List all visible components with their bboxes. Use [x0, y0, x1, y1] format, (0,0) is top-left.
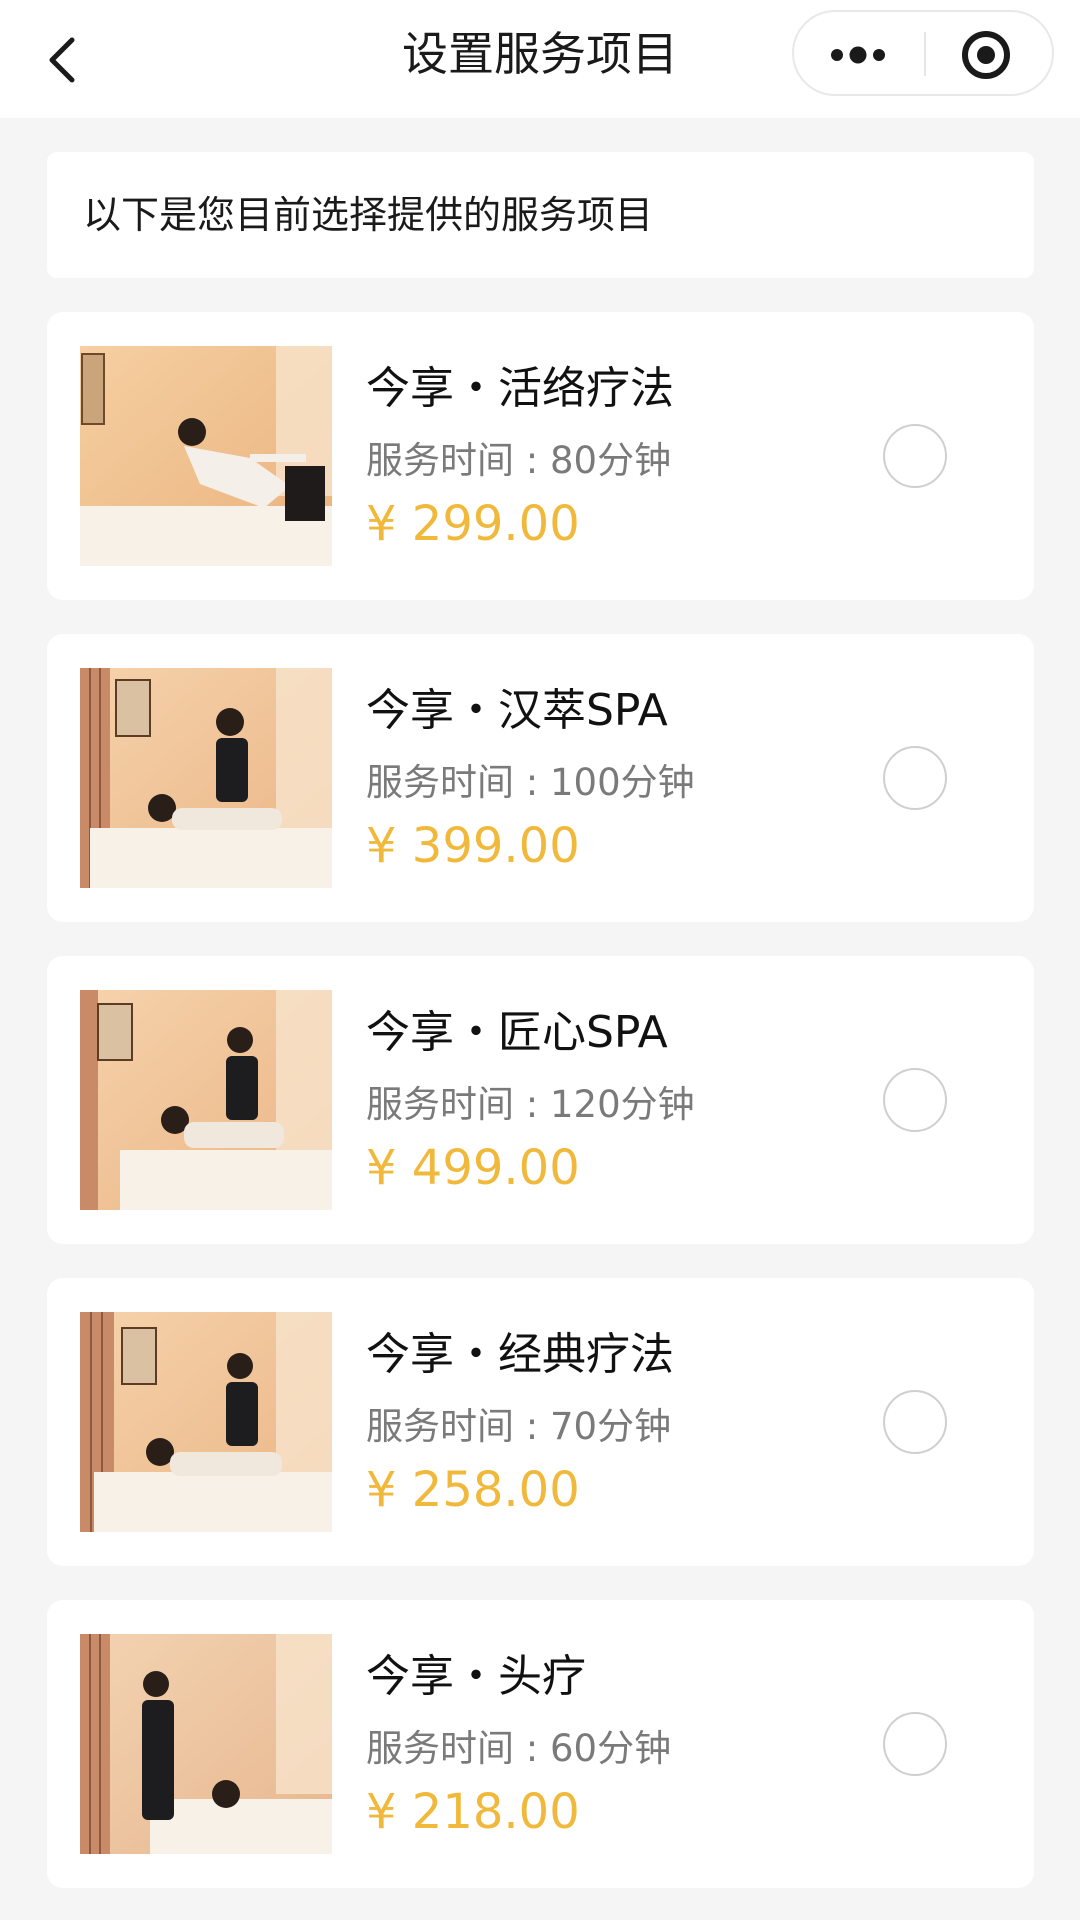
service-price: ¥ 499.00 — [366, 1140, 580, 1196]
more-dots-icon — [831, 46, 885, 64]
service-price: ¥ 258.00 — [366, 1462, 580, 1518]
chevron-left-icon — [49, 37, 75, 83]
more-button[interactable] — [794, 12, 924, 94]
nav-bar: 设置服务项目 — [0, 0, 1080, 118]
service-photo — [80, 1634, 332, 1854]
service-card[interactable]: 今享・头疗 服务时间 : 60分钟 ¥ 218.00 — [47, 1600, 1034, 1888]
service-name: 今享・经典疗法 — [366, 1329, 674, 1380]
service-name: 今享・汉萃SPA — [366, 685, 668, 736]
service-duration: 服务时间 : 80分钟 — [366, 439, 672, 482]
service-photo — [80, 990, 332, 1210]
service-duration: 服务时间 : 70分钟 — [366, 1405, 672, 1448]
select-radio[interactable] — [883, 746, 947, 810]
service-photo — [80, 346, 332, 566]
service-card[interactable]: 今享・活络疗法 服务时间 : 80分钟 ¥ 299.00 — [47, 312, 1034, 600]
select-radio[interactable] — [883, 424, 947, 488]
service-name: 今享・头疗 — [366, 1651, 586, 1702]
service-price: ¥ 399.00 — [366, 818, 580, 874]
service-name: 今享・匠心SPA — [366, 1007, 668, 1058]
notice-panel: 以下是您目前选择提供的服务项目 — [47, 152, 1034, 278]
service-price: ¥ 299.00 — [366, 496, 580, 552]
select-radio[interactable] — [883, 1390, 947, 1454]
service-card[interactable]: 今享・经典疗法 服务时间 : 70分钟 ¥ 258.00 — [47, 1278, 1034, 1566]
select-radio[interactable] — [883, 1068, 947, 1132]
service-photo — [80, 1312, 332, 1532]
mini-program-capsule — [792, 10, 1054, 96]
back-button[interactable] — [36, 24, 106, 94]
select-radio[interactable] — [883, 1712, 947, 1776]
service-duration: 服务时间 : 120分钟 — [366, 1083, 695, 1126]
notice-text: 以下是您目前选择提供的服务项目 — [83, 193, 654, 237]
service-photo — [80, 668, 332, 888]
close-button[interactable] — [926, 12, 1052, 94]
target-circle-icon — [962, 31, 1010, 79]
service-duration: 服务时间 : 100分钟 — [366, 761, 695, 804]
service-name: 今享・活络疗法 — [366, 363, 674, 414]
service-card[interactable]: 今享・匠心SPA 服务时间 : 120分钟 ¥ 499.00 — [47, 956, 1034, 1244]
service-price: ¥ 218.00 — [366, 1784, 580, 1840]
service-card[interactable]: 今享・汉萃SPA 服务时间 : 100分钟 ¥ 399.00 — [47, 634, 1034, 922]
service-duration: 服务时间 : 60分钟 — [366, 1727, 672, 1770]
